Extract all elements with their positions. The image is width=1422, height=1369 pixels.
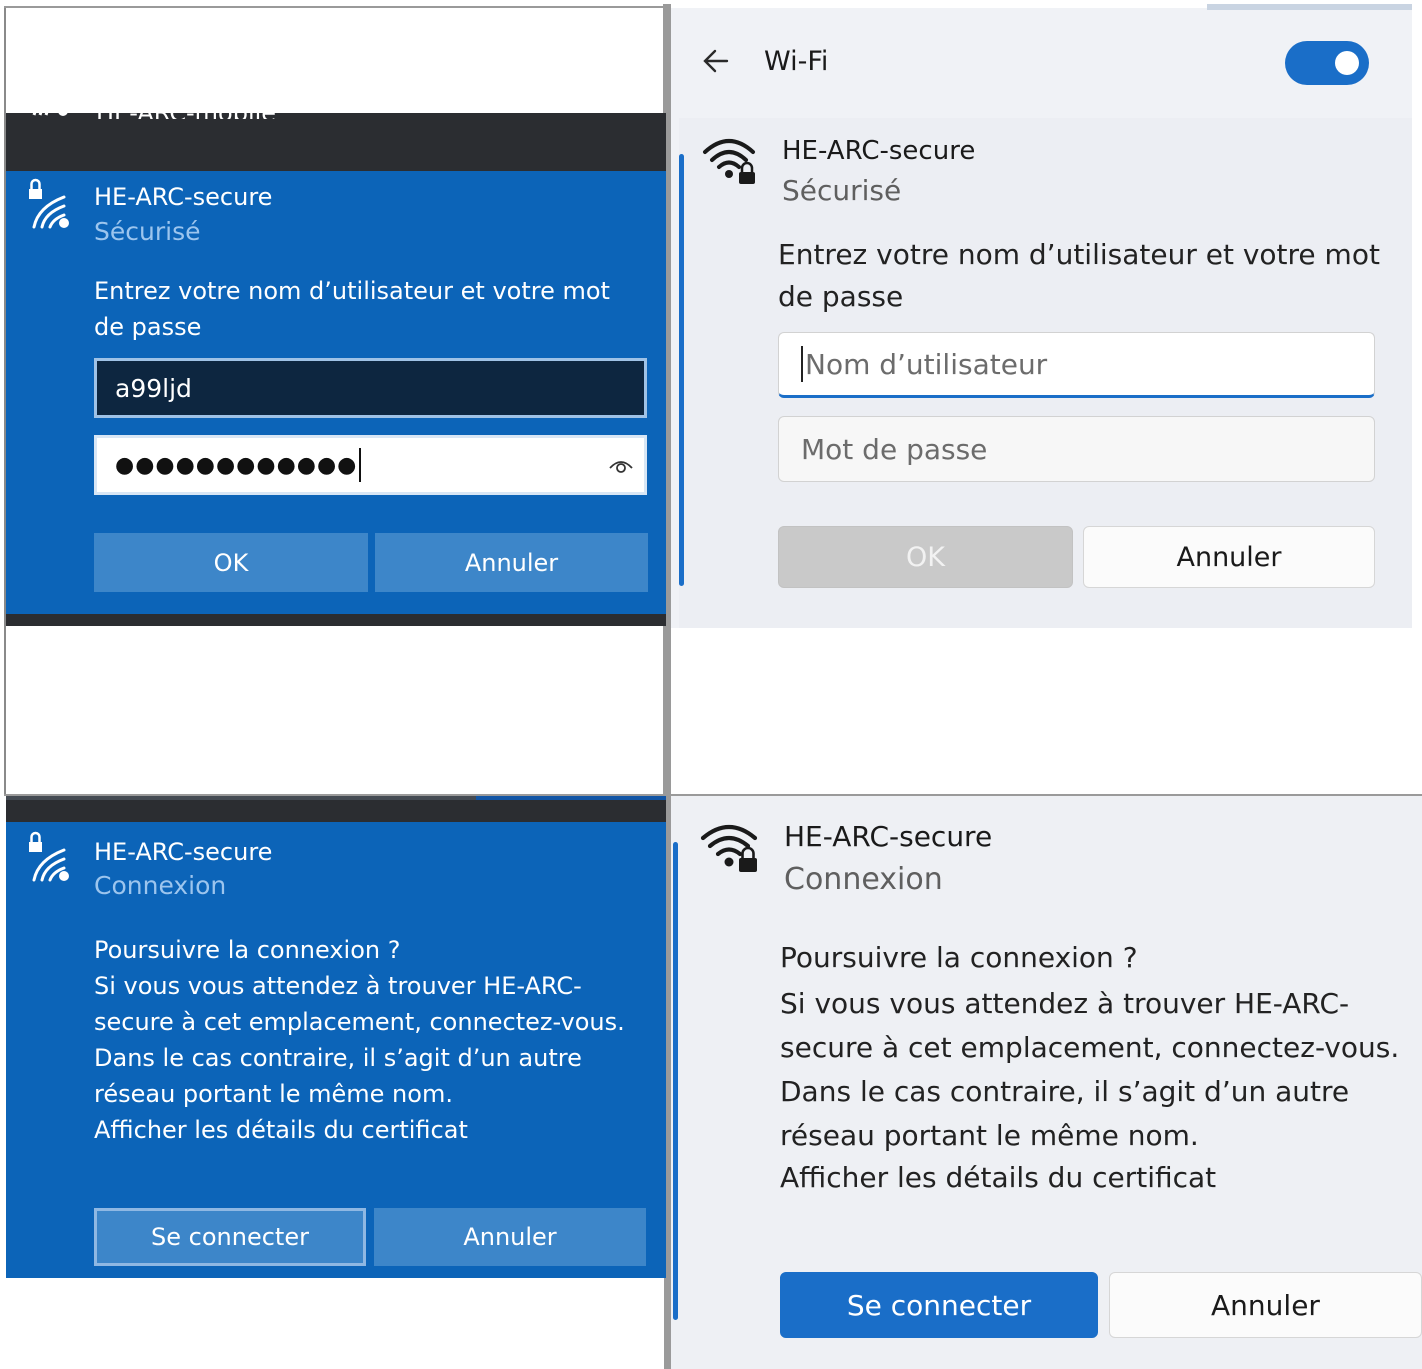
cancel-button[interactable]: Annuler (375, 533, 648, 592)
wifi-icon (32, 103, 72, 125)
wifi-secured-icon (26, 177, 74, 229)
wifi-secured-icon (26, 830, 74, 882)
cancel-button[interactable]: Annuler (374, 1208, 646, 1266)
text-caret (801, 346, 803, 382)
frame-top-line (4, 6, 666, 8)
cancel-button[interactable]: Annuler (1083, 526, 1375, 588)
credentials-prompt: Entrez votre nom d’utilisateur et votre … (778, 238, 1380, 313)
flyout-title: Wi-Fi (764, 46, 829, 77)
username-value: a99ljd (115, 373, 192, 403)
wifi-secured-icon (699, 820, 763, 876)
credentials-prompt: Entrez votre nom d’utilisateur et votre … (94, 277, 610, 341)
password-placeholder: Mot de passe (801, 432, 988, 466)
ok-button[interactable]: OK (94, 533, 368, 592)
network-name: HE-ARC-secure (784, 820, 993, 853)
confirm-question: Poursuivre la connexion ? (94, 936, 401, 964)
network-status: Connexion (784, 862, 943, 897)
wifi-secured-icon (701, 134, 761, 188)
wifi-toggle[interactable] (1285, 41, 1369, 85)
cancel-button[interactable]: Annuler (1109, 1272, 1422, 1338)
peek-network-name: HE-ARC-mobile (96, 99, 277, 119)
selection-indicator (679, 154, 684, 586)
back-arrow-icon[interactable] (701, 46, 731, 80)
network-name: HE-ARC-secure (94, 838, 273, 866)
network-name: HE-ARC-secure (782, 136, 976, 166)
network-status: Connexion (94, 871, 227, 900)
username-placeholder: Nom d’utilisateur (805, 347, 1048, 381)
username-input[interactable]: Nom d’utilisateur (778, 332, 1375, 398)
w10-credentials-panel: HE-ARC-secure Sécurisé Entrez votre nom … (6, 171, 666, 614)
network-list-peek-bottom (6, 614, 666, 626)
panel-header-strip (6, 800, 666, 822)
w11-wifi-flyout: Wi-Fi HE-ARC-secure Sécurisé Entrez votr… (671, 4, 1412, 628)
network-list-peek-top: HE-ARC-mobile (6, 99, 666, 171)
password-input[interactable]: Mot de passe (778, 416, 1375, 482)
reveal-password-eye-icon[interactable] (608, 454, 634, 482)
w11-confirm-panel: HE-ARC-secure Connexion Poursuivre la co… (671, 796, 1422, 1369)
network-status: Sécurisé (782, 174, 902, 207)
network-name: HE-ARC-secure (94, 183, 273, 211)
selection-indicator (673, 842, 678, 1320)
connect-button[interactable]: Se connecter (94, 1208, 366, 1266)
password-value: ●●●●●●●●●●●● (115, 452, 358, 478)
flyout-top-edge (1207, 4, 1412, 10)
confirm-question: Poursuivre la connexion ? (780, 941, 1138, 974)
certificate-details-link[interactable]: Afficher les détails du certificat (780, 1156, 1400, 1200)
network-item-expanded: HE-ARC-secure Sécurisé Entrez votre nom … (679, 118, 1412, 628)
text-caret (359, 448, 362, 482)
connect-button[interactable]: Se connecter (780, 1272, 1098, 1338)
confirm-body: Si vous vous attendez à trouver HE-ARC-s… (780, 987, 1400, 1152)
certificate-details-link[interactable]: Afficher les détails du certificat (94, 1112, 654, 1148)
confirm-body: Si vous vous attendez à trouver HE-ARC-s… (94, 972, 625, 1108)
username-input[interactable]: a99ljd (94, 358, 647, 418)
password-input[interactable]: ●●●●●●●●●●●● (94, 435, 647, 495)
toggle-knob (1335, 51, 1359, 75)
network-status: Sécurisé (94, 217, 201, 246)
ok-button[interactable]: OK (778, 526, 1073, 588)
w10-confirm-panel: HE-ARC-secure Connexion Poursuivre la co… (6, 822, 666, 1278)
